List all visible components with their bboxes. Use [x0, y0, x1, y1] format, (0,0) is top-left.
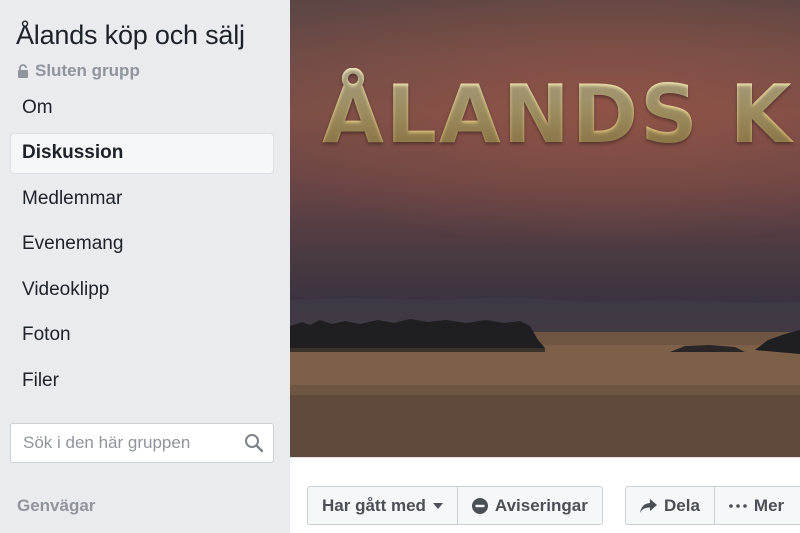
nav-item-om[interactable]: Om	[10, 87, 274, 128]
joined-button[interactable]: Har gått med	[308, 487, 457, 524]
nav-item-medlemmar[interactable]: Medlemmar	[10, 178, 274, 219]
notifications-label: Aviseringar	[494, 495, 588, 515]
group-action-bar: Har gått med Aviseringar Dela Mer	[290, 457, 800, 533]
search-icon[interactable]	[244, 432, 264, 454]
group-search-box[interactable]	[10, 423, 274, 463]
group-title[interactable]: Ålands köp och sälj	[16, 20, 245, 51]
left-sidebar: Ålands köp och sälj Sluten grupp Om Disk…	[0, 0, 290, 533]
nav-item-label: Foton	[22, 324, 71, 345]
share-button[interactable]: Dela	[626, 487, 714, 524]
nav-item-evenemang[interactable]: Evenemang	[10, 224, 274, 265]
nav-item-label: Medlemmar	[22, 187, 123, 209]
more-label: Mer	[753, 495, 785, 515]
ellipsis-icon	[729, 503, 747, 508]
nav-item-foton[interactable]: Foton	[10, 315, 274, 356]
cover-title-text: ÅLANDS K	[322, 68, 794, 161]
share-arrow-icon	[640, 498, 657, 513]
notifications-button[interactable]: Aviseringar	[456, 487, 602, 524]
nav-item-label: Diskussion	[22, 142, 124, 163]
no-entry-icon	[471, 497, 488, 514]
cover-photo[interactable]: ÅLANDS K	[290, 0, 800, 457]
nav-item-label: Evenemang	[22, 233, 124, 254]
search-input[interactable]	[23, 433, 244, 453]
nav-item-label: Videoklipp	[22, 278, 110, 300]
nav-item-label: Filer	[22, 369, 59, 391]
shortcuts-heading: Genvägar	[17, 496, 96, 515]
nav-item-diskussion[interactable]: Diskussion	[10, 132, 274, 174]
share-label: Dela	[664, 495, 700, 515]
nav-item-videoklipp[interactable]: Videoklipp	[10, 269, 274, 310]
share-button-group: Dela Mer	[625, 486, 800, 525]
lock-icon	[17, 64, 29, 78]
membership-button-group: Har gått med Aviseringar	[307, 486, 603, 525]
nav-item-filer[interactable]: Filer	[10, 360, 274, 401]
nav-item-label: Om	[22, 96, 53, 118]
privacy-label: Sluten grupp	[35, 61, 140, 80]
more-button[interactable]: Mer	[713, 487, 798, 524]
privacy-status: Sluten grupp	[17, 61, 140, 81]
group-nav: Om Diskussion Medlemmar Evenemang Videok…	[10, 87, 274, 406]
caret-down-icon	[432, 502, 443, 509]
joined-label: Har gått med	[322, 495, 426, 515]
